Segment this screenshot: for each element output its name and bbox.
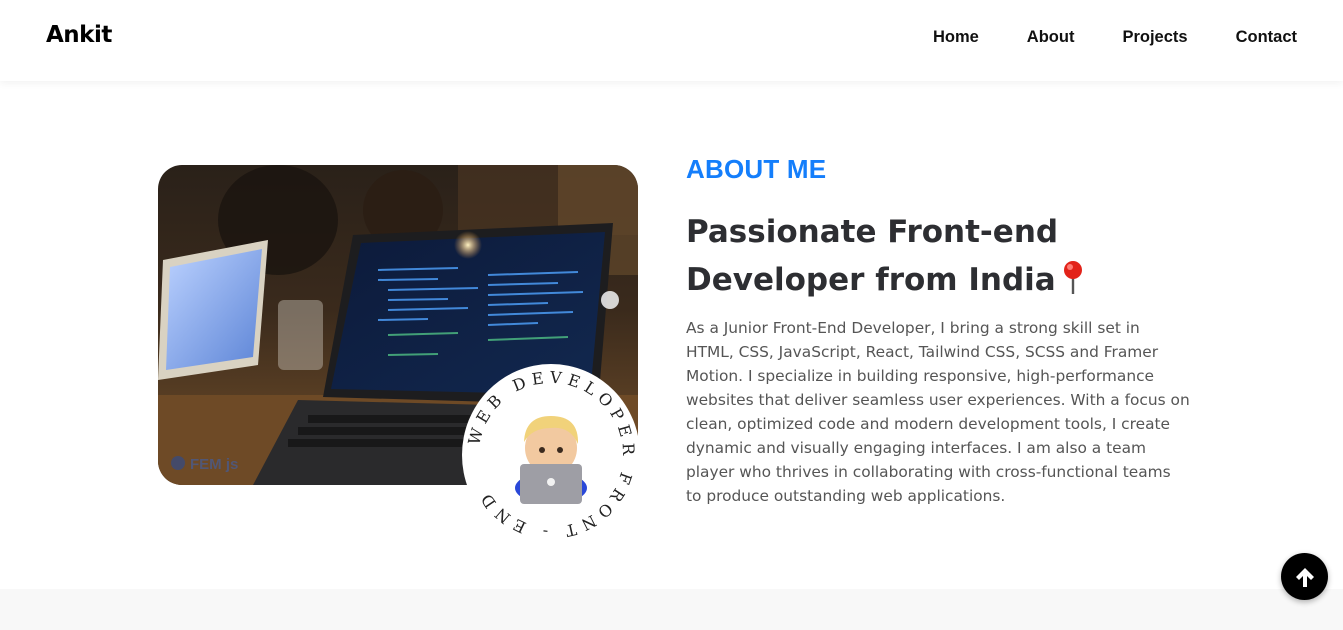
developer-emoji-icon bbox=[515, 416, 587, 504]
photo-watermark: FEM js bbox=[190, 456, 238, 473]
arrow-up-icon bbox=[1295, 567, 1314, 587]
section-label: ABOUT ME bbox=[686, 154, 827, 184]
nav-link-about[interactable]: About bbox=[1027, 28, 1075, 47]
about-headline: Passionate Front-end Developer from Indi… bbox=[686, 208, 1106, 310]
about-bio: As a Junior Front-End Developer, I bring… bbox=[686, 319, 1190, 505]
site-logo[interactable]: Ankit bbox=[46, 22, 112, 48]
site-header: Ankit Home About Projects Contact bbox=[0, 0, 1343, 81]
headline-text: Passionate Front-end Developer from Indi… bbox=[686, 214, 1059, 298]
scroll-to-top-button[interactable] bbox=[1281, 553, 1328, 600]
main-nav: Home About Projects Contact bbox=[933, 28, 1297, 47]
nav-link-contact[interactable]: Contact bbox=[1236, 28, 1297, 47]
round-pushpin-icon bbox=[1062, 260, 1084, 310]
next-section-band bbox=[0, 589, 1343, 630]
nav-link-projects[interactable]: Projects bbox=[1122, 28, 1187, 47]
developer-badge: WEB DEVELOPER FRONT - END bbox=[462, 364, 640, 546]
nav-link-home[interactable]: Home bbox=[933, 28, 979, 47]
